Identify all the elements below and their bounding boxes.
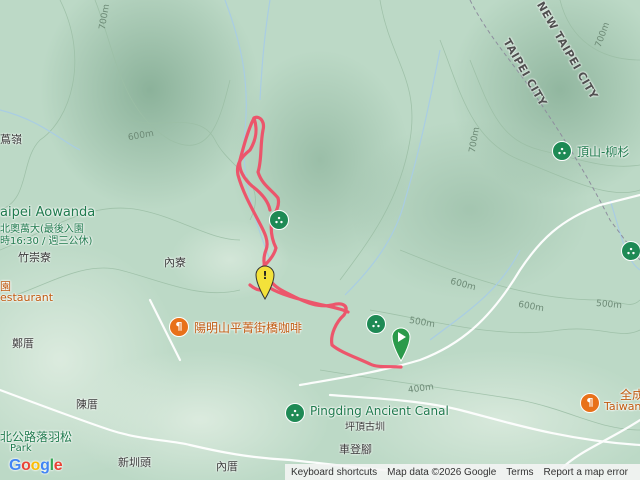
cafe-icon[interactable]: ¶ [169,317,189,337]
trail-poi-icon[interactable]: ⛬ [366,314,386,334]
canal-label[interactable]: Pingding Ancient Canal [310,404,449,418]
right-poi-label-en[interactable]: Taiwan [604,400,640,413]
map-footer: Keyboard shortcuts Map data ©2026 Google… [285,464,640,480]
restaurant-icon[interactable]: ¶ [580,393,600,413]
keyboard-shortcuts-link[interactable]: Keyboard shortcuts [291,467,377,478]
track-start-pin-icon[interactable] [391,326,411,362]
track-end-pin-icon[interactable]: ! [255,264,275,300]
report-map-error-link[interactable]: Report a map error [544,467,628,478]
cafe-label[interactable]: 陽明山平菁街橋咖啡 [194,319,302,336]
contour-label: 500m [595,298,623,312]
mountain-label[interactable]: 頂山-柳杉 [577,143,629,160]
aowanda-hours: 時16:30 / 週三公休) [0,236,93,247]
aowanda-label[interactable]: aipei Aowanda [0,205,95,220]
place-label: 內厝 [216,460,238,473]
place-label: 竹崇寮 [18,251,51,264]
place-label: 蔦嶺 [0,133,22,146]
restaurant-label-partial-en[interactable]: estaurant [0,291,53,304]
place-label: 新圳頭 [118,456,151,469]
place-label: 內寮 [164,256,186,269]
place-label: 鄭厝 [12,337,34,350]
map-data-attribution: Map data ©2026 Google [387,466,497,478]
svg-text:!: ! [262,269,267,282]
google-logo: Google [9,457,63,474]
place-label: 陳厝 [76,398,98,411]
canal-icon[interactable]: ⛬ [285,403,305,423]
edge-poi-icon[interactable]: ⛬ [621,241,640,261]
trail-poi-icon[interactable]: ⛬ [269,210,289,230]
place-label: 坪頂古圳 [345,422,385,433]
place-label: 車登腳 [339,443,372,456]
park-label-partial-en[interactable]: Park [10,443,32,454]
terms-link[interactable]: Terms [506,467,533,478]
mountain-icon[interactable]: ⛬ [552,141,572,161]
